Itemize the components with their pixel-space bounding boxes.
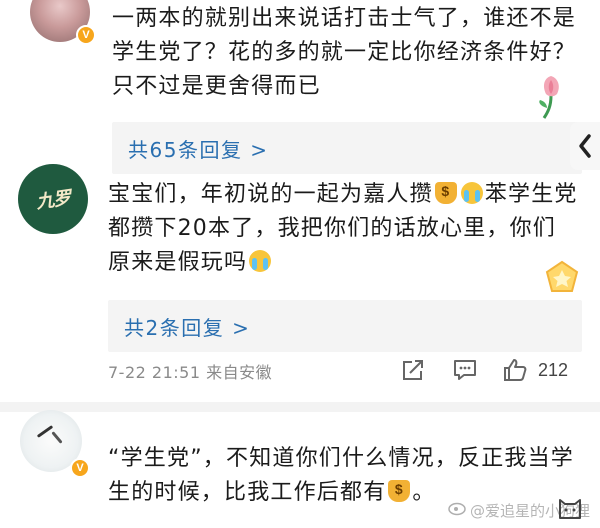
money-bag-icon	[388, 480, 411, 502]
crying-face-icon	[460, 182, 483, 204]
verified-badge: V	[70, 458, 90, 478]
like-button[interactable]: 212	[502, 358, 568, 382]
comment-text-part: “学生党”，不知道你们什么情况，反正我当学生的时候，比我工作后都有	[108, 446, 574, 505]
comment-timestamp: 7-22 21:51 来自安徽	[108, 363, 273, 382]
like-count: 212	[538, 359, 569, 380]
comment-text-part: 。	[412, 480, 436, 505]
section-divider	[0, 402, 600, 412]
reply-summary[interactable]: 共2条回复 >	[108, 300, 582, 352]
cat-icon	[559, 499, 581, 519]
avatar-logo-text: 九罗	[34, 187, 72, 214]
thumbs-up-icon	[504, 359, 527, 381]
share-icon	[403, 360, 423, 380]
comment-text-part: 宝宝们，年初说的一起为嘉人攒	[108, 182, 433, 207]
view-replies-link[interactable]: 共65条回复 >	[128, 134, 269, 163]
chevron-left-icon	[579, 134, 591, 158]
comment-button[interactable]	[452, 358, 478, 382]
crying-face-icon	[249, 250, 272, 272]
side-tab[interactable]	[570, 122, 600, 170]
comment-text: 一两本的就别出来说话打击士气了，谁还不是学生党了？花的多的就一定比你经济条件好？…	[112, 6, 577, 99]
star-badge-icon	[545, 260, 579, 292]
flower-sticker-icon	[539, 76, 559, 119]
view-replies-link[interactable]: 共2条回复 >	[124, 312, 250, 341]
comment-text: 宝宝们，年初说的一起为嘉人攒苯学生党都攒下20本了，我把你们的话放心里，你们原来…	[108, 178, 578, 280]
avatar[interactable]: 九罗	[18, 164, 88, 234]
share-button[interactable]	[400, 358, 426, 382]
comment-icon	[454, 360, 476, 380]
reply-summary[interactable]: 共65条回复 >	[112, 122, 582, 174]
money-bag-icon	[434, 182, 457, 204]
weibo-logo-icon	[448, 502, 466, 516]
verified-badge: V	[76, 25, 96, 45]
